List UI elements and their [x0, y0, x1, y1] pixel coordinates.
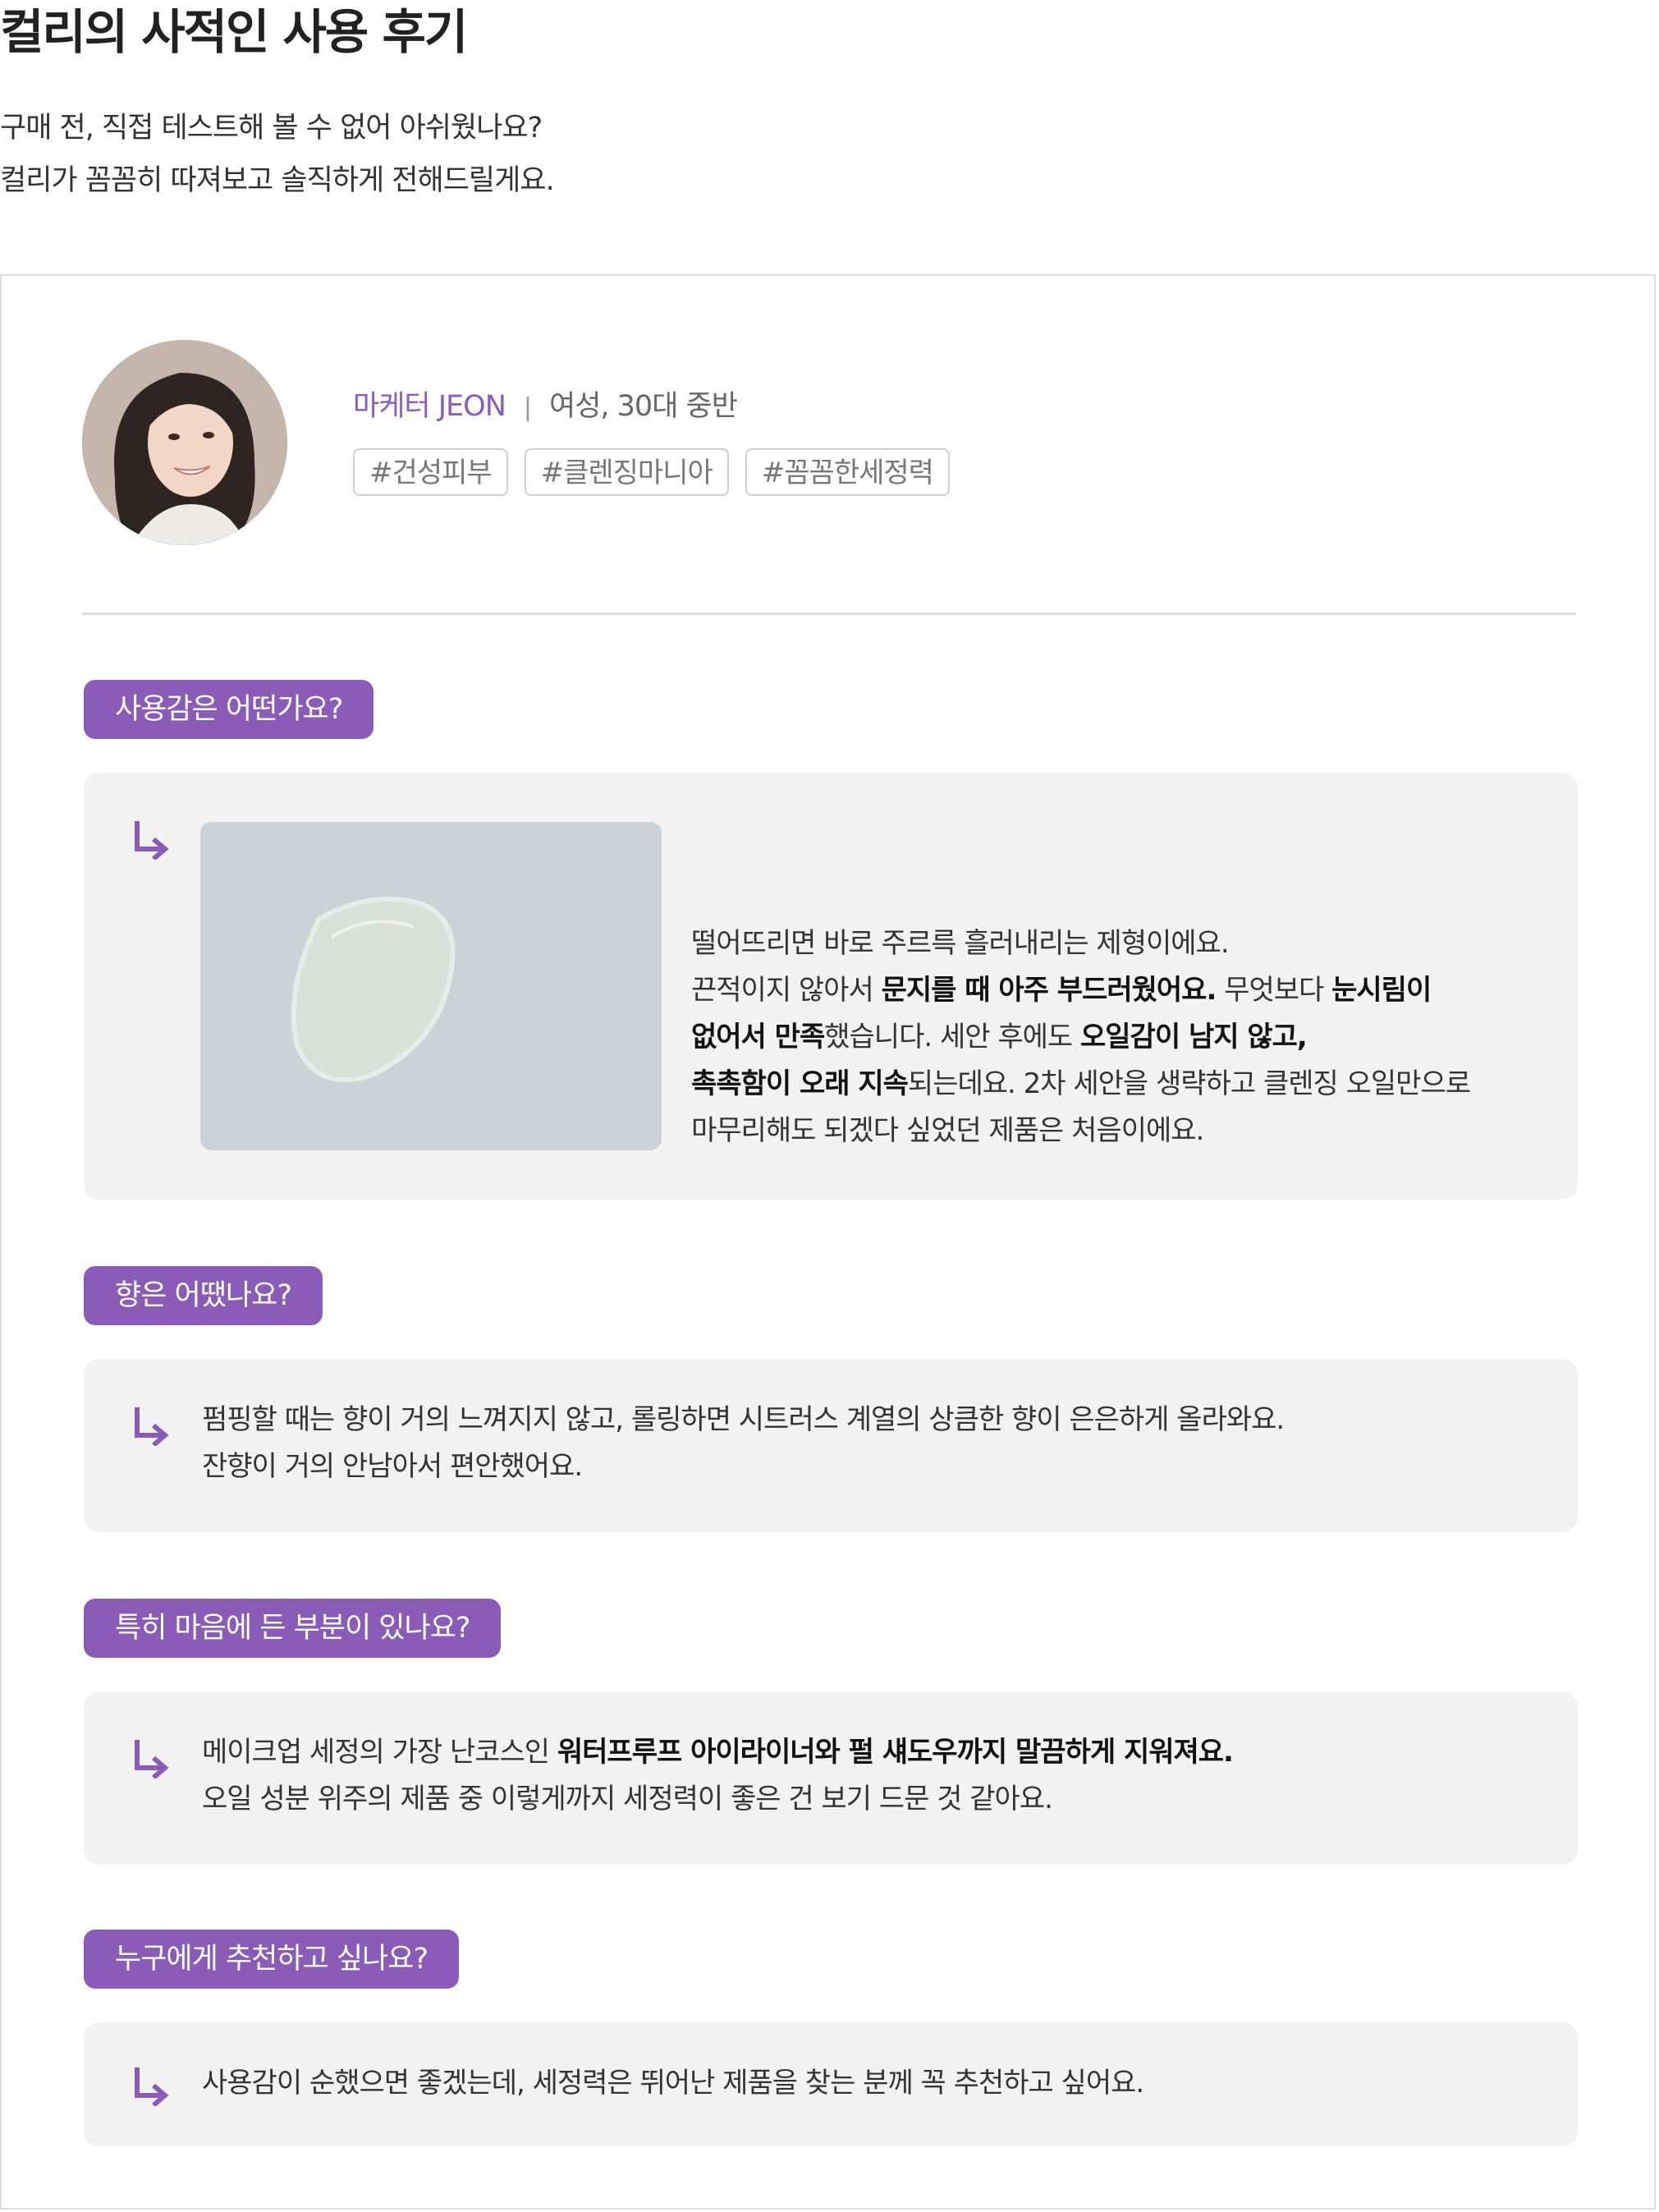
answer-span: 끈적이지 않아서 — [691, 974, 882, 1007]
answer-line: 잔향이 거의 안남아서 편안했어요. — [202, 1443, 1284, 1490]
answer-emphasis: 워터프루프 아이라이너와 펄 섀도우까지 말끔하게 지워져요. — [557, 1736, 1234, 1769]
answer-box: 사용감이 순했으면 좋겠는데, 세정력은 뛰어난 제품을 찾는 분께 꼭 추천하… — [84, 2022, 1578, 2146]
product-photo — [200, 822, 662, 1150]
answer-line: 사용감이 순했으면 좋겠는데, 세정력은 뛰어난 제품을 찾는 분께 꼭 추천하… — [202, 2060, 1144, 2107]
answer-text: 메이크업 세정의 가장 난코스인 워터프루프 아이라이너와 펄 섀도우까지 말끔… — [202, 1729, 1234, 1823]
answer-span: 메이크업 세정의 가장 난코스인 — [202, 1736, 557, 1769]
answer-emphasis: 촉촉함이 오래 지속 — [691, 1067, 909, 1100]
answer-span: 무엇보다 — [1216, 974, 1332, 1007]
question-label: 사용감은 어떤가요? — [84, 680, 374, 739]
answer-span: 했습니다. 세안 후에도 — [824, 1021, 1080, 1053]
answer-line: 끈적이지 않아서 문지를 때 아주 부드러웠어요. 무엇보다 눈시림이 — [691, 967, 1470, 1014]
reviewer-info: 마케터 JEON | 여성, 30대 중반 — [353, 383, 738, 425]
tag: #꼼꼼한세정력 — [745, 448, 950, 496]
answer-line: 메이크업 세정의 가장 난코스인 워터프루프 아이라이너와 펄 섀도우까지 말끔… — [202, 1729, 1234, 1776]
answer-text: 펌핑할 때는 향이 거의 느껴지지 않고, 롤링하면 시트러스 계열의 상큼한 … — [202, 1397, 1285, 1490]
arrow-down-right-icon — [135, 821, 169, 860]
answer-span: 잔향이 거의 안남아서 편안했어요. — [202, 1450, 583, 1483]
answer-span: 오일 성분 위주의 제품 중 이렇게까지 세정력이 좋은 건 보기 드문 것 같… — [202, 1783, 1053, 1815]
reviewer-name: 마케터 JEON — [353, 390, 506, 423]
answer-emphasis: 문지를 때 아주 부드러웠어요. — [881, 974, 1217, 1007]
answer-span: 사용감이 순했으면 좋겠는데, 세정력은 뛰어난 제품을 찾는 분께 꼭 추천하… — [202, 2067, 1144, 2100]
question-label: 향은 어땠나요? — [84, 1266, 323, 1325]
review-card — [0, 274, 1656, 2210]
answer-emphasis: 오일감이 남지 않고, — [1080, 1021, 1308, 1053]
answer-span: 펌핑할 때는 향이 거의 느껴지지 않고, 롤링하면 시트러스 계열의 상큼한 … — [202, 1403, 1285, 1436]
divider — [82, 613, 1576, 615]
answer-text: 떨어뜨리면 바로 주르륵 흘러내리는 제형이에요. 끈적이지 않아서 문지를 때… — [691, 920, 1471, 1154]
answer-box: 떨어뜨리면 바로 주르륵 흘러내리는 제형이에요. 끈적이지 않아서 문지를 때… — [84, 773, 1578, 1200]
answer-box: 펌핑할 때는 향이 거의 느껴지지 않고, 롤링하면 시트러스 계열의 상큼한 … — [84, 1359, 1578, 1532]
arrow-down-right-icon — [135, 2067, 169, 2106]
reviewer-separator: | — [523, 393, 532, 422]
intro-line: 구매 전, 직접 테스트해 볼 수 없어 아쉬웠나요? — [0, 112, 543, 145]
intro-line: 컬리가 꼼꼼히 따져보고 솔직하게 전해드릴게요. — [0, 164, 555, 197]
reviewer-avatar — [82, 340, 287, 545]
answer-line: 펌핑할 때는 향이 거의 느껴지지 않고, 롤링하면 시트러스 계열의 상큼한 … — [202, 1397, 1285, 1443]
tag: #건성피부 — [353, 448, 508, 496]
answer-line: 촉촉함이 오래 지속되는데요. 2차 세안을 생략하고 클렌징 오일만으로 — [691, 1061, 1471, 1108]
reviewer-meta: 여성, 30대 중반 — [549, 390, 738, 423]
answer-emphasis: 눈시림이 — [1331, 974, 1432, 1007]
answer-line: 없어서 만족했습니다. 세안 후에도 오일감이 남지 않고, — [691, 1014, 1470, 1061]
answer-line: 떨어뜨리면 바로 주르륵 흘러내리는 제형이에요. — [691, 920, 1470, 967]
answer-span: 마무리해도 되겠다 싶었던 제품은 처음이에요. — [691, 1114, 1204, 1147]
answer-span: 되는데요. 2차 세안을 생략하고 클렌징 오일만으로 — [907, 1067, 1471, 1100]
answer-box: 메이크업 세정의 가장 난코스인 워터프루프 아이라이너와 펄 섀도우까지 말끔… — [84, 1691, 1578, 1865]
question-label: 누구에게 추천하고 싶나요? — [84, 1930, 460, 1989]
answer-emphasis: 없어서 만족 — [691, 1021, 825, 1053]
page-title: 컬리의 사적인 사용 후기 — [0, 4, 468, 60]
answer-span: 떨어뜨리면 바로 주르륵 흘러내리는 제형이에요. — [691, 927, 1230, 960]
arrow-down-right-icon — [135, 1407, 169, 1446]
answer-line: 오일 성분 위주의 제품 중 이렇게까지 세정력이 좋은 건 보기 드문 것 같… — [202, 1776, 1233, 1823]
answer-line: 마무리해도 되겠다 싶었던 제품은 처음이에요. — [691, 1108, 1470, 1154]
answer-text: 사용감이 순했으면 좋겠는데, 세정력은 뛰어난 제품을 찾는 분께 꼭 추천하… — [202, 2060, 1144, 2107]
intro-text: 구매 전, 직접 테스트해 볼 수 없어 아쉬웠나요? 컬리가 꼼꼼히 따져보고… — [0, 102, 555, 207]
tag: #클렌징마니아 — [524, 448, 729, 496]
question-label: 특히 마음에 든 부분이 있나요? — [84, 1599, 502, 1658]
reviewer-tags: #건성피부 #클렌징마니아 #꼼꼼한세정력 — [353, 448, 950, 496]
arrow-down-right-icon — [135, 1740, 169, 1778]
